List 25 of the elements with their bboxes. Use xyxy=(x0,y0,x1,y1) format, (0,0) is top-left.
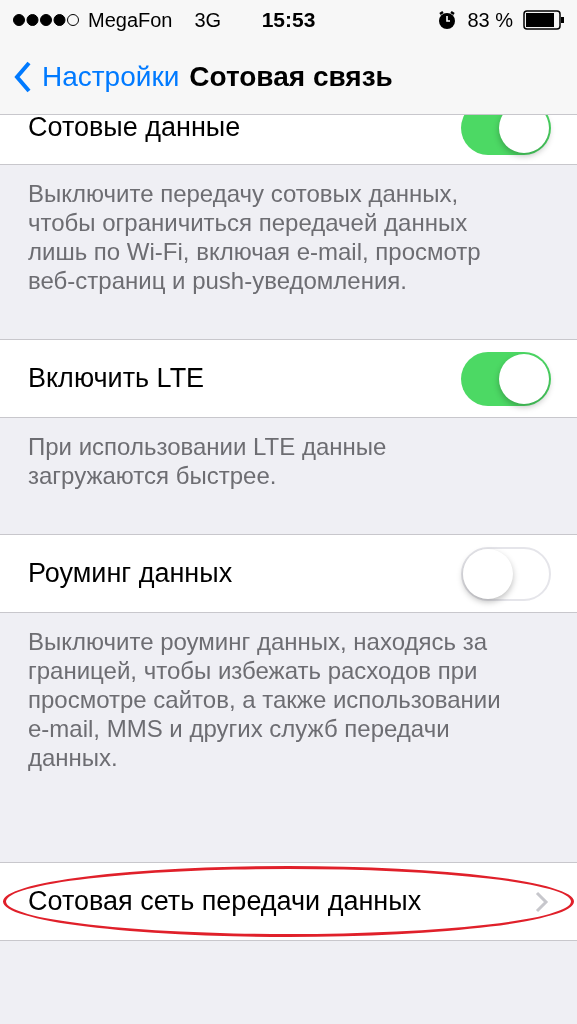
settings-row[interactable]: Включить LTE xyxy=(0,339,577,418)
back-button[interactable]: Настройки xyxy=(14,61,180,93)
row-label: Включить LTE xyxy=(28,363,206,394)
toggle-switch[interactable] xyxy=(461,115,551,155)
chevron-left-icon xyxy=(14,61,32,93)
screen-title: Сотовая связь xyxy=(189,61,393,93)
row-label: Сотовые данные xyxy=(28,115,242,143)
settings-row[interactable]: Сотовая сеть передачи данных xyxy=(0,862,577,941)
alarm-clock-icon xyxy=(437,10,458,30)
footer-note: Выключите передачу сотовых данных, чтобы ограничиться передачей данных лишь по Wi-Fi, включая e-mail, просмотр веб-страниц и push-уведомления. xyxy=(27,179,482,296)
carrier-name: MegaFon xyxy=(88,8,173,32)
chevron-right-icon xyxy=(535,890,549,913)
row-label: Сотовая сеть передачи данных xyxy=(28,886,423,917)
battery-percent: 83 % xyxy=(467,8,513,32)
toggle-switch[interactable] xyxy=(461,351,551,406)
toggle-switch[interactable] xyxy=(461,546,551,601)
battery-icon xyxy=(523,10,565,30)
network-type: 3G xyxy=(194,8,222,32)
footer-note: При использовании LTE данные загружаются быстрее. xyxy=(27,432,388,491)
footer-note: Выключите роуминг данных, находясь за границей, чтобы избежать расходов при просмотре сайтов, а также использовании e-mail, MMS и других служб передачи данных. xyxy=(27,627,502,773)
clock-time: 15:53 xyxy=(261,8,316,32)
settings-row[interactable]: Роуминг данных xyxy=(0,534,577,613)
row-label: Роуминг данных xyxy=(28,558,234,589)
settings-row[interactable]: Сотовые данные xyxy=(0,115,577,165)
signal-icon xyxy=(12,13,80,27)
